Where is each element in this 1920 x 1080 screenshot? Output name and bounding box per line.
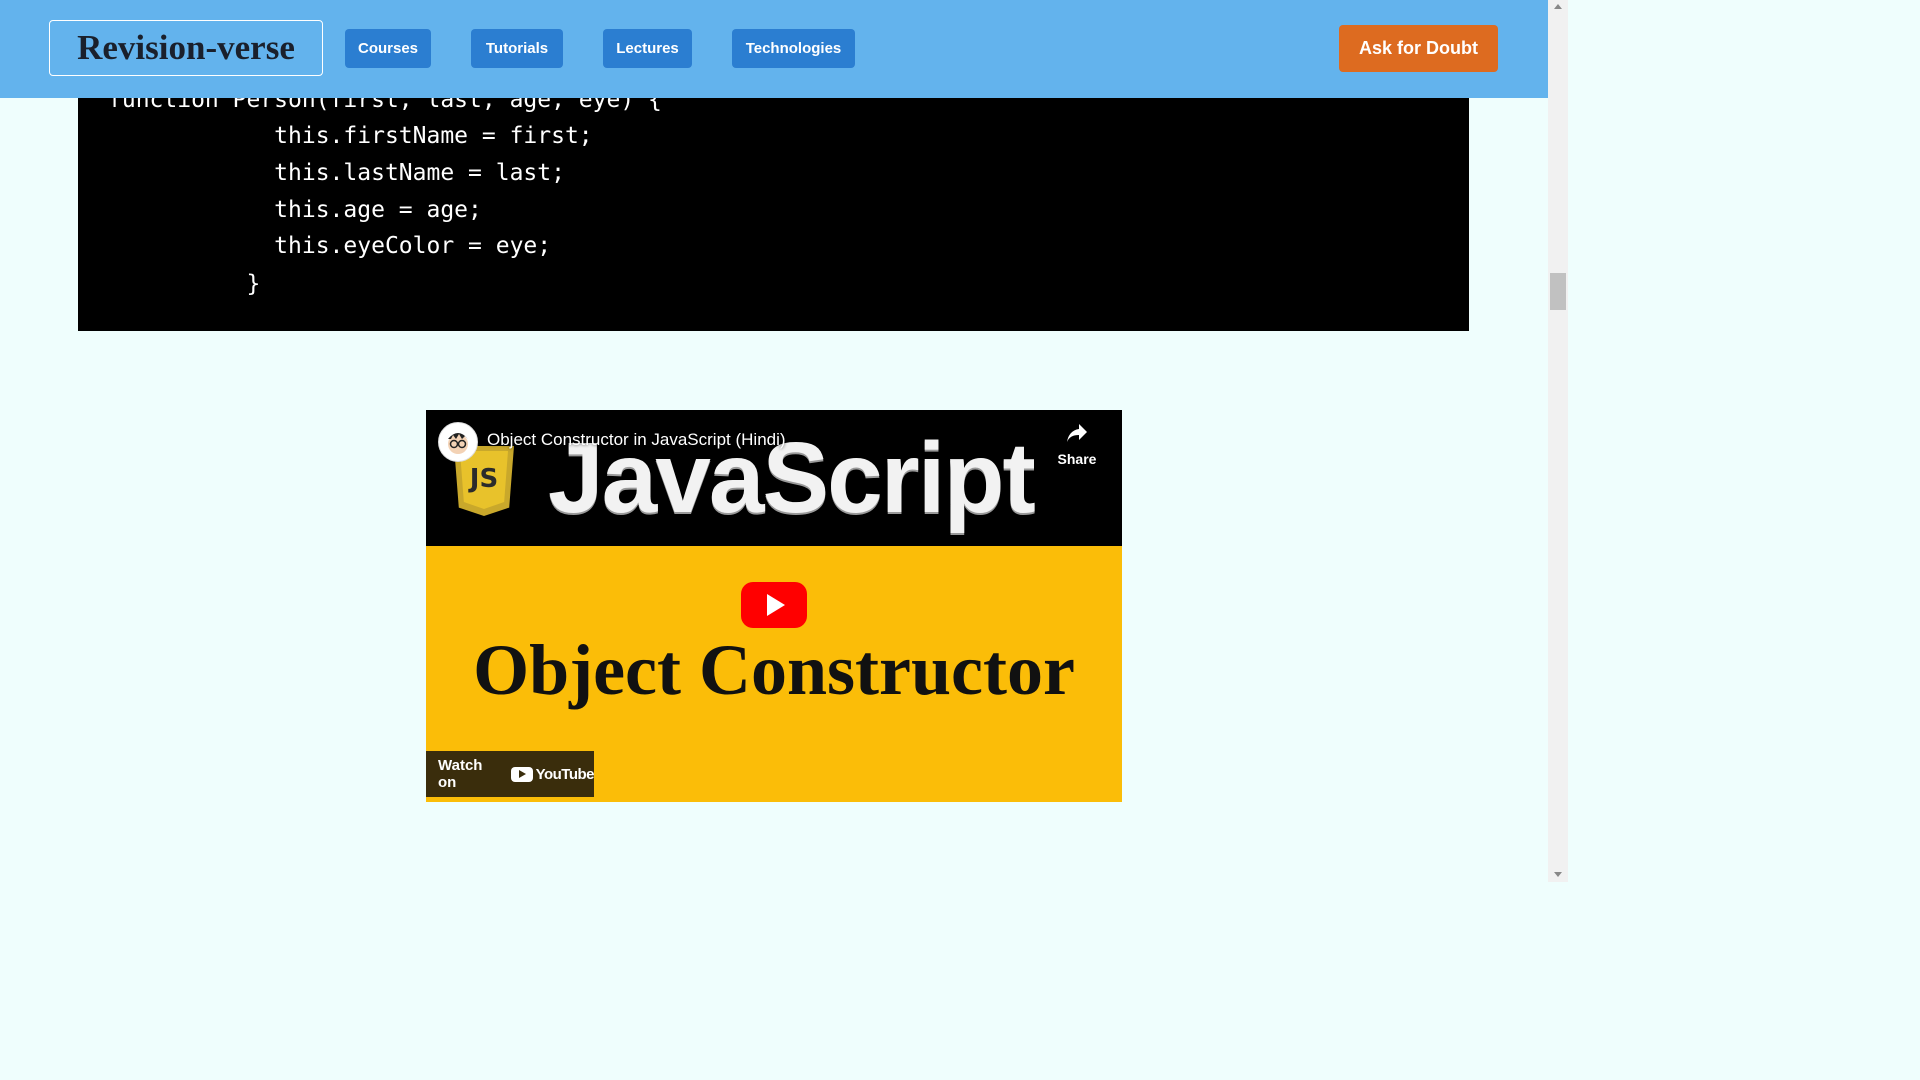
nav-tutorials-button[interactable]: Tutorials — [471, 29, 563, 68]
youtube-label: YouTube — [535, 765, 595, 783]
nav-lectures-button[interactable]: Lectures — [603, 29, 692, 68]
code-block: function Person(first, last, age, eye) {… — [78, 60, 1469, 331]
thumbnail-text: Object Constructor — [473, 630, 1075, 710]
scrollbar-thumb[interactable] — [1550, 273, 1566, 310]
page-content: function Person(first, last, age, eye) {… — [0, 0, 1548, 882]
ask-for-doubt-button[interactable]: Ask for Doubt — [1339, 25, 1498, 72]
share-button[interactable]: Share — [1054, 422, 1100, 467]
watch-on-youtube-button[interactable]: Watch on YouTube — [426, 751, 595, 797]
code-line: this.age = age; — [108, 197, 482, 223]
top-navbar: Revision-verse Courses Tutorials Lecture… — [0, 0, 1548, 98]
share-label: Share — [1057, 451, 1097, 467]
watch-label: Watch on — [438, 757, 483, 791]
code-line: this.lastName = last; — [108, 160, 565, 186]
code-line: this.eyeColor = eye; — [108, 233, 552, 259]
youtube-embed[interactable]: JS JavaScript Object Constructor in Java… — [426, 410, 1122, 802]
brand-logo[interactable]: Revision-verse — [49, 20, 323, 76]
video-title[interactable]: Object Constructor in JavaScript (Hindi) — [487, 430, 786, 450]
nav-courses-button[interactable]: Courses — [345, 29, 431, 68]
scroll-down-arrow-icon[interactable] — [1554, 872, 1562, 877]
channel-avatar-icon[interactable] — [438, 422, 478, 462]
scroll-up-arrow-icon[interactable] — [1554, 4, 1562, 9]
play-button-icon[interactable] — [741, 582, 807, 628]
vertical-scrollbar[interactable] — [1548, 0, 1568, 882]
nav-technologies-button[interactable]: Technologies — [732, 29, 855, 68]
code-line: } — [108, 271, 261, 297]
youtube-logo-icon: YouTube — [510, 765, 595, 783]
share-arrow-icon — [1054, 422, 1100, 449]
code-line: this.firstName = first; — [108, 123, 593, 149]
